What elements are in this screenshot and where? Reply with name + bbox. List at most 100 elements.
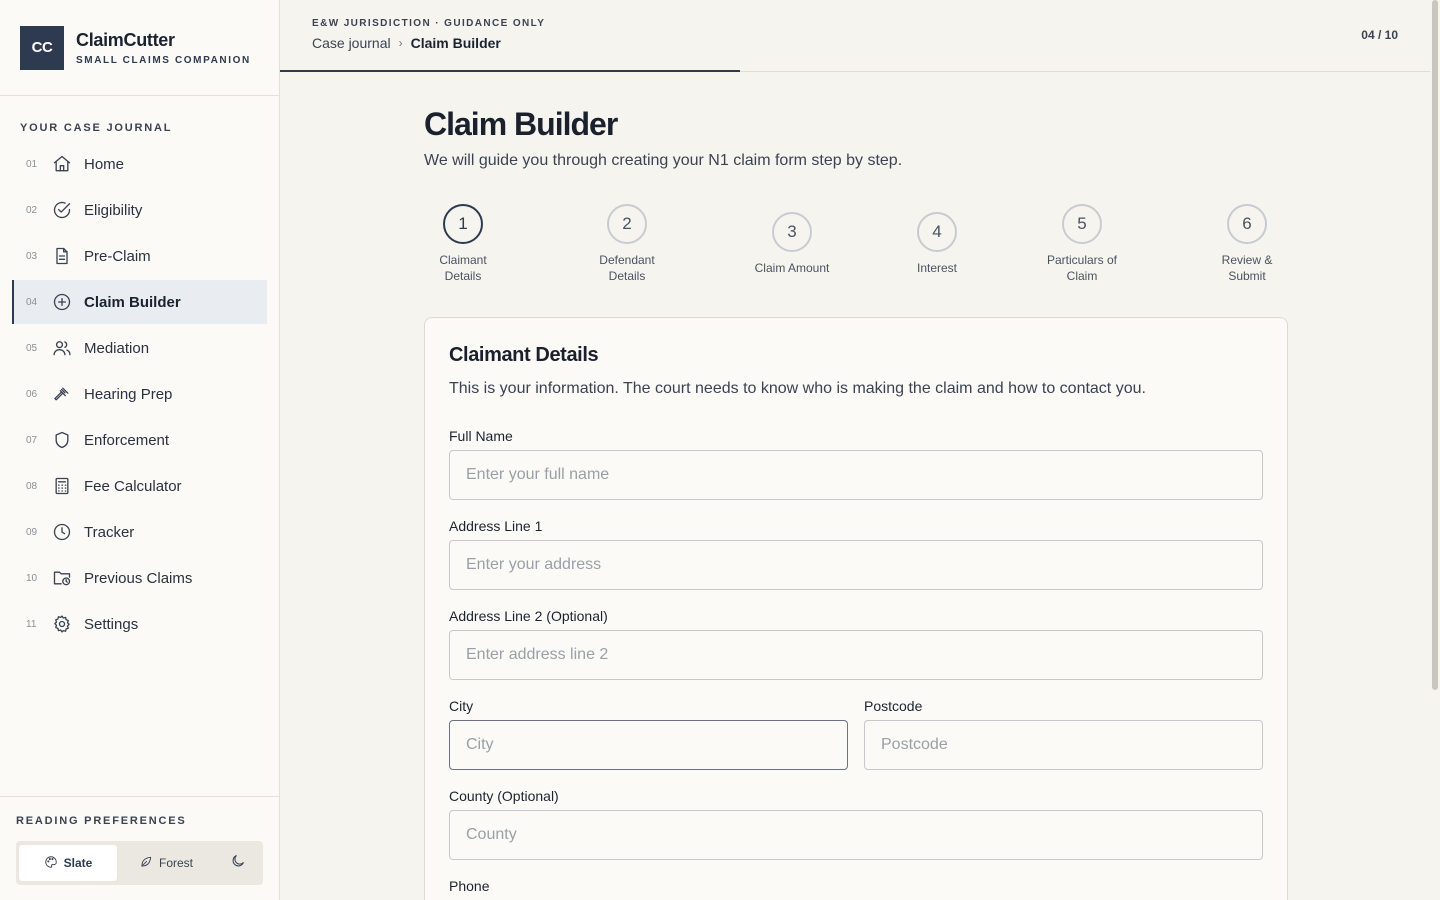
- nav-label: Eligibility: [84, 201, 143, 219]
- sidebar-item-eligibility[interactable]: 02 Eligibility: [12, 188, 267, 232]
- nav-number: 02: [26, 204, 38, 216]
- theme-label: Forest: [158, 856, 193, 870]
- theme-slate-button[interactable]: Slate: [19, 845, 117, 881]
- step-number: 1: [443, 204, 483, 244]
- app-tagline: SMALL CLAIMS COMPANION: [76, 54, 251, 66]
- chevron-right-icon: ›: [398, 36, 403, 50]
- step-number: 6: [1227, 204, 1267, 244]
- preferences-label: READING PREFERENCES: [16, 815, 187, 827]
- step-claim-amount[interactable]: 3 Claim Amount: [732, 212, 852, 276]
- app-logo: CC: [20, 25, 64, 70]
- nav-section-label: YOUR CASE JOURNAL: [20, 122, 173, 134]
- sidebar-item-home[interactable]: 01 Home: [12, 142, 267, 186]
- step-label: Claimant Details: [439, 253, 487, 283]
- page-scrollbar[interactable]: [1432, 0, 1438, 690]
- clock-icon: [52, 522, 84, 542]
- step-number: 4: [917, 212, 957, 252]
- step-interest[interactable]: 4 Interest: [877, 212, 997, 276]
- breadcrumb-parent-link[interactable]: Case journal: [312, 35, 391, 51]
- breadcrumb: Case journal › Claim Builder: [312, 35, 501, 51]
- nav-number: 11: [26, 618, 37, 630]
- nav-number: 09: [26, 526, 38, 538]
- step-review-submit[interactable]: 6 Review & Submit: [1187, 204, 1307, 284]
- address-line-2-label: Address Line 2 (Optional): [449, 608, 608, 624]
- nav-label: Fee Calculator: [84, 477, 182, 495]
- theme-label: Slate: [63, 856, 93, 870]
- nav-number: 05: [26, 342, 38, 354]
- jurisdiction-notice: E&W JURISDICTION · GUIDANCE ONLY: [312, 18, 546, 29]
- postcode-input[interactable]: [864, 720, 1263, 770]
- sidebar-item-enforcement[interactable]: 07 Enforcement: [12, 418, 267, 462]
- sidebar-item-hearing-prep[interactable]: 06 Hearing Prep: [12, 372, 267, 416]
- step-particulars-of-claim[interactable]: 5 Particulars of Claim: [1022, 204, 1142, 284]
- nav-number: 08: [26, 480, 38, 492]
- nav-label: Settings: [84, 615, 139, 633]
- nav-label: Mediation: [84, 339, 150, 357]
- sidebar-nav: 01 Home 02 Eligibility 03 Pre-Claim 04 C…: [12, 142, 267, 648]
- moon-icon: [230, 853, 246, 874]
- sidebar-item-claim-builder[interactable]: 04 Claim Builder: [12, 280, 267, 324]
- dark-mode-toggle[interactable]: [226, 851, 250, 875]
- document-icon: [52, 246, 84, 266]
- county-input[interactable]: [449, 810, 1263, 860]
- palette-icon: [44, 855, 58, 872]
- sidebar-item-pre-claim[interactable]: 03 Pre-Claim: [12, 234, 267, 278]
- step-label: Defendant Details: [599, 253, 655, 283]
- step-number: 5: [1062, 204, 1102, 244]
- plus-circle-icon: [52, 292, 84, 312]
- step-defendant-details[interactable]: 2 Defendant Details: [567, 204, 687, 284]
- topbar: E&W JURISDICTION · GUIDANCE ONLY Case jo…: [280, 0, 1430, 72]
- step-label: Review & Submit: [1221, 253, 1273, 283]
- nav-number: 10: [26, 572, 38, 584]
- nav-label: Previous Claims: [84, 569, 193, 587]
- sidebar-item-tracker[interactable]: 09 Tracker: [12, 510, 267, 554]
- sidebar-item-fee-calculator[interactable]: 08 Fee Calculator: [12, 464, 267, 508]
- address-line-2-input[interactable]: [449, 630, 1263, 680]
- app-name: ClaimCutter: [76, 29, 175, 50]
- sidebar: CC ClaimCutter SMALL CLAIMS COMPANION YO…: [0, 0, 280, 900]
- card-description: This is your information. The court need…: [449, 380, 1146, 397]
- page-subtitle: We will guide you through creating your …: [424, 152, 903, 169]
- reading-preferences: READING PREFERENCES Slate Forest: [0, 796, 279, 900]
- step-label: Particulars of Claim: [1046, 253, 1118, 283]
- sidebar-item-previous-claims[interactable]: 10 Previous Claims: [12, 556, 267, 600]
- users-icon: [52, 338, 84, 358]
- theme-switch: Slate Forest: [16, 841, 263, 885]
- shield-icon: [52, 430, 84, 450]
- journal-step-count: 04 / 10: [1361, 28, 1398, 42]
- city-input[interactable]: [449, 720, 848, 770]
- claim-stepper: 1 Claimant Details 2 Defendant Details 3…: [424, 204, 1288, 294]
- nav-label: Pre-Claim: [84, 247, 151, 265]
- address-line-1-input[interactable]: [449, 540, 1263, 590]
- address-line-1-label: Address Line 1: [449, 518, 543, 534]
- leaf-icon: [139, 855, 153, 872]
- step-number: 2: [607, 204, 647, 244]
- brand[interactable]: CC ClaimCutter SMALL CLAIMS COMPANION: [0, 0, 279, 96]
- breadcrumb-current: Claim Builder: [410, 35, 501, 51]
- home-icon: [52, 154, 84, 174]
- nav-label: Enforcement: [84, 431, 170, 449]
- step-claimant-details[interactable]: 1 Claimant Details: [403, 204, 523, 284]
- theme-forest-button[interactable]: Forest: [117, 845, 215, 881]
- check-circle-icon: [52, 200, 84, 220]
- nav-number: 03: [26, 250, 38, 262]
- phone-label: Phone: [449, 878, 490, 894]
- step-label: Claim Amount: [754, 261, 830, 275]
- gavel-icon: [52, 384, 84, 404]
- postcode-label: Postcode: [864, 698, 923, 714]
- claimant-details-card: Claimant Details This is your informatio…: [424, 317, 1288, 900]
- full-name-input[interactable]: [449, 450, 1263, 500]
- nav-label: Tracker: [84, 523, 135, 541]
- step-number: 3: [772, 212, 812, 252]
- full-name-label: Full Name: [449, 428, 513, 444]
- sidebar-item-settings[interactable]: 11 Settings: [12, 602, 267, 646]
- nav-number: 04: [26, 296, 38, 308]
- page-title: Claim Builder: [424, 106, 618, 142]
- nav-label: Hearing Prep: [84, 385, 173, 403]
- journal-progress-bar: [280, 70, 740, 72]
- nav-number: 07: [26, 434, 38, 446]
- nav-number: 01: [26, 158, 38, 170]
- folder-clock-icon: [52, 568, 84, 588]
- sidebar-item-mediation[interactable]: 05 Mediation: [12, 326, 267, 370]
- step-label: Interest: [916, 261, 958, 275]
